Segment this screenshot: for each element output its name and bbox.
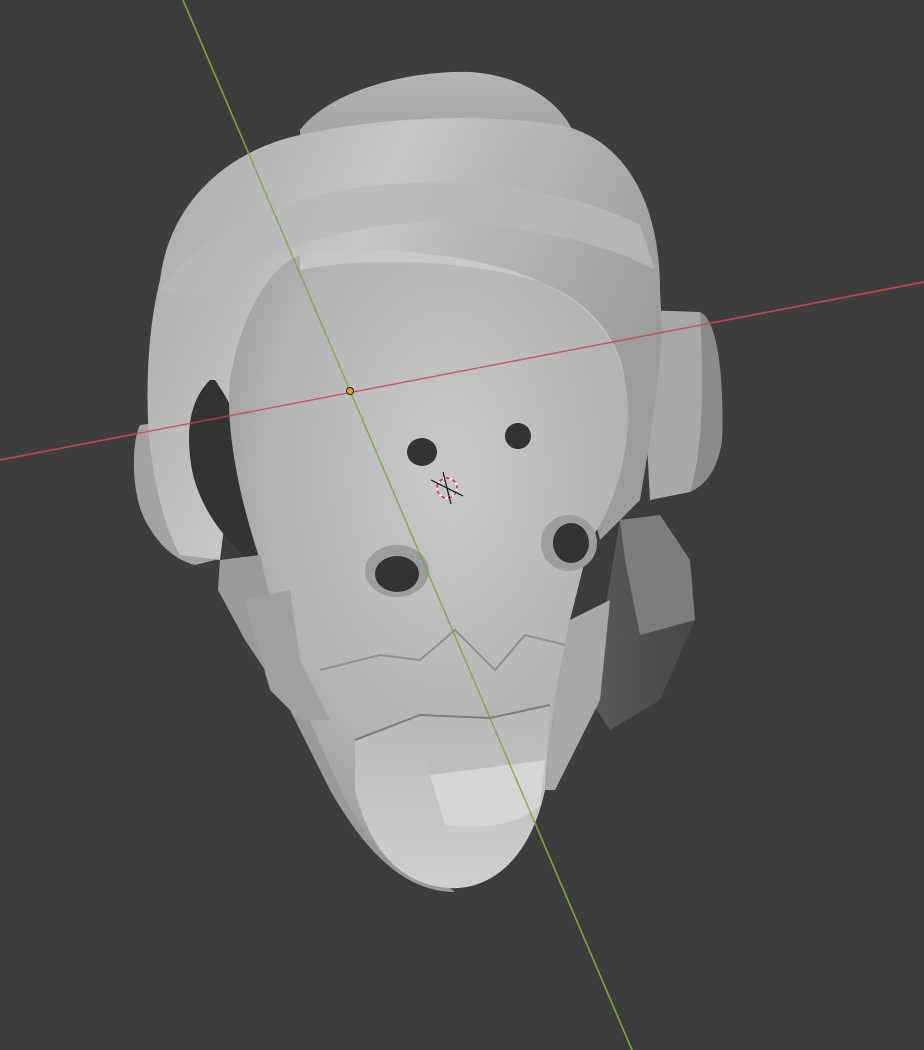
head-mesh[interactable] (133, 71, 723, 892)
socket-right (553, 523, 589, 563)
eye-hole-right (505, 423, 531, 449)
object-origin-dot[interactable] (346, 387, 354, 395)
viewport-canvas[interactable] (0, 0, 924, 1050)
3d-viewport[interactable] (0, 0, 924, 1050)
socket-left (375, 556, 419, 592)
eye-hole-left (407, 438, 437, 466)
